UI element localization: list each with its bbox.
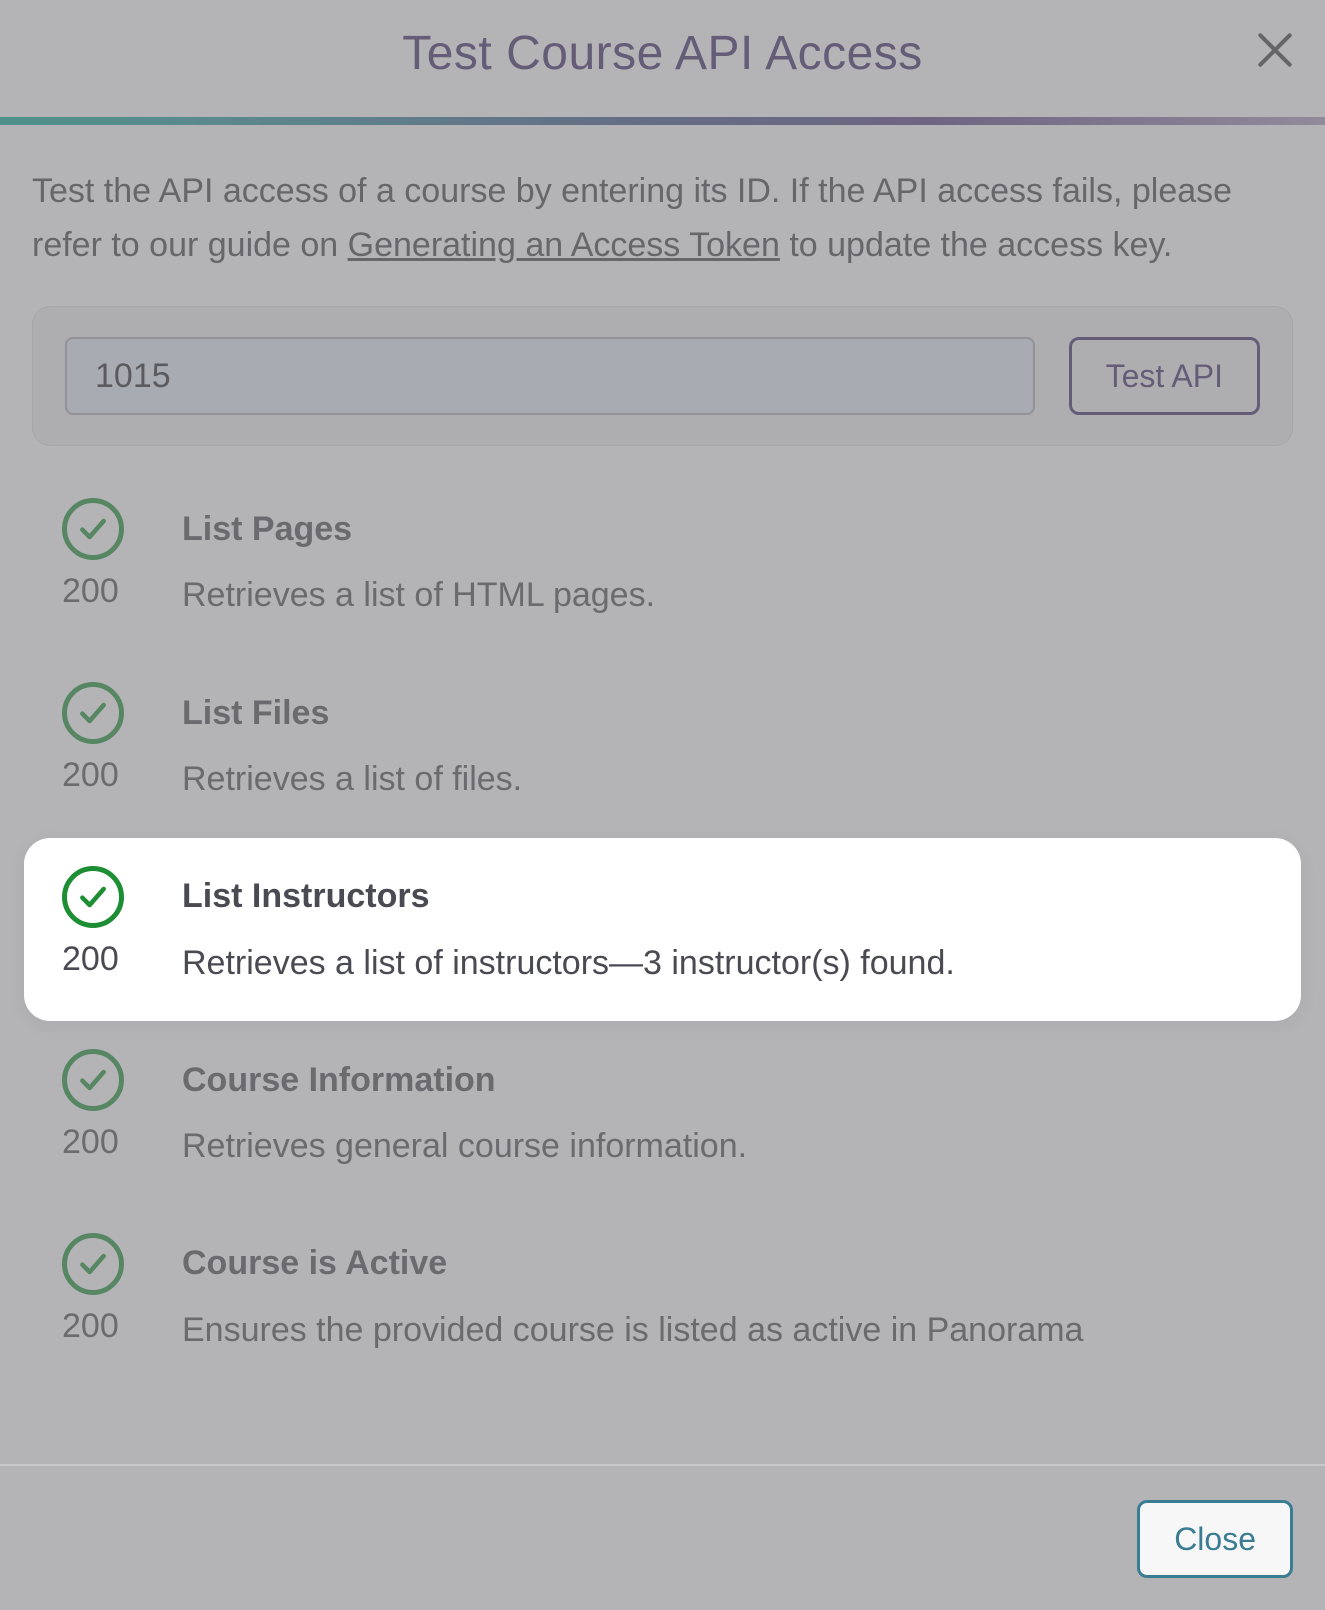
results-list: List Pages 200 Retrieves a list of HTML …: [32, 456, 1293, 1388]
accent-divider: [0, 117, 1325, 125]
result-description: Retrieves a list of HTML pages.: [182, 572, 1263, 620]
close-button[interactable]: Close: [1137, 1500, 1293, 1578]
intro-post: to update the access key.: [780, 226, 1173, 264]
result-title: List Instructors: [182, 877, 1263, 916]
result-title: Course Information: [182, 1061, 1263, 1100]
result-description: Retrieves a list of files.: [182, 756, 1263, 804]
input-bar: Test API: [32, 306, 1293, 446]
status-code: 200: [62, 1123, 182, 1171]
modal-title: Test Course API Access: [20, 26, 1305, 81]
status-code: 200: [62, 572, 182, 620]
result-item: Course Information 200 Retrieves general…: [62, 1021, 1263, 1205]
test-api-button[interactable]: Test API: [1069, 337, 1260, 415]
result-title: Course is Active: [182, 1244, 1263, 1283]
result-item: List Files 200 Retrieves a list of files…: [62, 654, 1263, 838]
result-title: List Pages: [182, 510, 1263, 549]
status-code: 200: [62, 756, 182, 804]
result-item: List Pages 200 Retrieves a list of HTML …: [62, 470, 1263, 654]
success-check-icon: [62, 682, 124, 744]
close-icon[interactable]: [1253, 28, 1297, 72]
success-check-icon: [62, 1233, 124, 1295]
success-check-icon: [62, 866, 124, 928]
result-description: Retrieves general course information.: [182, 1123, 1263, 1171]
status-code: 200: [62, 1307, 182, 1355]
modal-dialog: Test Course API Access Test the API acce…: [0, 0, 1325, 1610]
result-item: List Instructors 200 Retrieves a list of…: [24, 838, 1301, 1022]
modal-header: Test Course API Access: [0, 0, 1325, 117]
success-check-icon: [62, 1049, 124, 1111]
generate-token-link[interactable]: Generating an Access Token: [348, 226, 780, 264]
result-item: Course is Active 200 Ensures the provide…: [62, 1205, 1263, 1389]
result-description: Ensures the provided course is listed as…: [182, 1307, 1263, 1355]
modal-footer: Close: [0, 1464, 1325, 1610]
result-description: Retrieves a list of instructors—3 instru…: [182, 940, 1263, 988]
status-code: 200: [62, 940, 182, 988]
result-title: List Files: [182, 694, 1263, 733]
success-check-icon: [62, 498, 124, 560]
course-id-input[interactable]: [65, 337, 1035, 415]
intro-text: Test the API access of a course by enter…: [32, 165, 1293, 272]
modal-body: Test the API access of a course by enter…: [0, 125, 1325, 1464]
